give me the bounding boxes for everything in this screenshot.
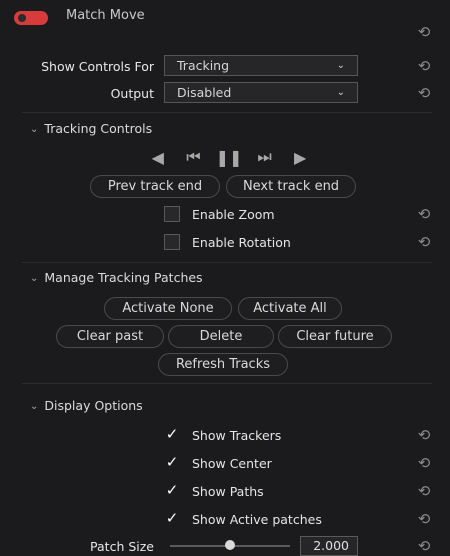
refresh-tracks-button[interactable]: Refresh Tracks — [158, 353, 288, 376]
divider — [22, 383, 432, 384]
output-select[interactable]: Disabled ⌄ — [164, 82, 358, 103]
clear-past-button[interactable]: Clear past — [56, 325, 164, 348]
next-track-end-button[interactable]: Next track end — [226, 175, 356, 198]
pause-icon[interactable]: ❚❚ — [215, 146, 243, 168]
reset-icon[interactable]: ⟲ — [416, 455, 432, 471]
reset-icon[interactable]: ⟲ — [416, 427, 432, 443]
divider — [22, 262, 432, 263]
track-backward-one-icon[interactable]: ⏮ — [180, 146, 208, 168]
patch-size-value-field[interactable]: 2.000 — [300, 536, 358, 556]
show-active-patches-checkbox[interactable]: ✓ — [164, 510, 180, 526]
show-paths-checkbox[interactable]: ✓ — [164, 482, 180, 498]
manage-patches-header[interactable]: ⌄ Manage Tracking Patches — [30, 270, 203, 285]
enable-toggle[interactable] — [14, 11, 48, 25]
activate-all-button[interactable]: Activate All — [238, 297, 342, 320]
enable-zoom-checkbox[interactable] — [164, 206, 180, 222]
enable-rotation-label: Enable Rotation — [192, 235, 291, 250]
chevron-down-icon: ⌄ — [336, 60, 345, 71]
enable-rotation-checkbox[interactable] — [164, 234, 180, 250]
tracking-controls-header[interactable]: ⌄ Tracking Controls — [30, 121, 152, 136]
show-paths-label: Show Paths — [192, 484, 264, 499]
reset-icon[interactable]: ⟲ — [416, 234, 432, 250]
display-options-title: Display Options — [44, 398, 143, 413]
reset-icon[interactable]: ⟲ — [416, 85, 432, 101]
output-value: Disabled — [177, 85, 232, 100]
activate-none-button[interactable]: Activate None — [104, 297, 232, 320]
panel-title: Match Move — [66, 8, 145, 23]
patch-size-label: Patch Size — [90, 539, 154, 554]
reset-icon[interactable]: ⟲ — [416, 58, 432, 74]
show-active-patches-label: Show Active patches — [192, 512, 322, 527]
chevron-down-icon: ⌄ — [30, 401, 39, 412]
show-controls-for-select[interactable]: Tracking ⌄ — [164, 55, 358, 76]
reset-icon[interactable]: ⟲ — [416, 24, 432, 40]
prev-track-end-button[interactable]: Prev track end — [90, 175, 220, 198]
enable-zoom-label: Enable Zoom — [192, 207, 275, 222]
reset-icon[interactable]: ⟲ — [416, 538, 432, 554]
track-backward-icon[interactable]: ◀ — [144, 146, 172, 168]
show-controls-for-label: Show Controls For — [41, 59, 154, 74]
track-forward-icon[interactable]: ▶ — [286, 146, 314, 168]
show-center-checkbox[interactable]: ✓ — [164, 454, 180, 470]
show-trackers-checkbox[interactable]: ✓ — [164, 426, 180, 442]
reset-icon[interactable]: ⟲ — [416, 206, 432, 222]
track-forward-one-icon[interactable]: ⏭ — [251, 146, 279, 168]
match-move-panel: Match Move ⟲ Show Controls For Tracking … — [0, 0, 450, 556]
chevron-down-icon: ⌄ — [30, 124, 39, 135]
output-label: Output — [110, 86, 154, 101]
show-trackers-label: Show Trackers — [192, 428, 282, 443]
chevron-down-icon: ⌄ — [336, 87, 345, 98]
show-controls-for-value: Tracking — [177, 58, 230, 73]
chevron-down-icon: ⌄ — [30, 273, 39, 284]
transport-controls: ◀ ⏮ ❚❚ ⏭ ▶ — [144, 146, 314, 168]
delete-button[interactable]: Delete — [168, 325, 274, 348]
reset-icon[interactable]: ⟲ — [416, 511, 432, 527]
patch-size-slider-handle[interactable] — [225, 540, 235, 550]
clear-future-button[interactable]: Clear future — [278, 325, 392, 348]
reset-icon[interactable]: ⟲ — [416, 483, 432, 499]
divider — [22, 112, 432, 113]
show-center-label: Show Center — [192, 456, 272, 471]
display-options-header[interactable]: ⌄ Display Options — [30, 398, 143, 413]
manage-patches-title: Manage Tracking Patches — [44, 270, 203, 285]
tracking-controls-title: Tracking Controls — [44, 121, 153, 136]
patch-size-slider[interactable] — [170, 540, 290, 550]
